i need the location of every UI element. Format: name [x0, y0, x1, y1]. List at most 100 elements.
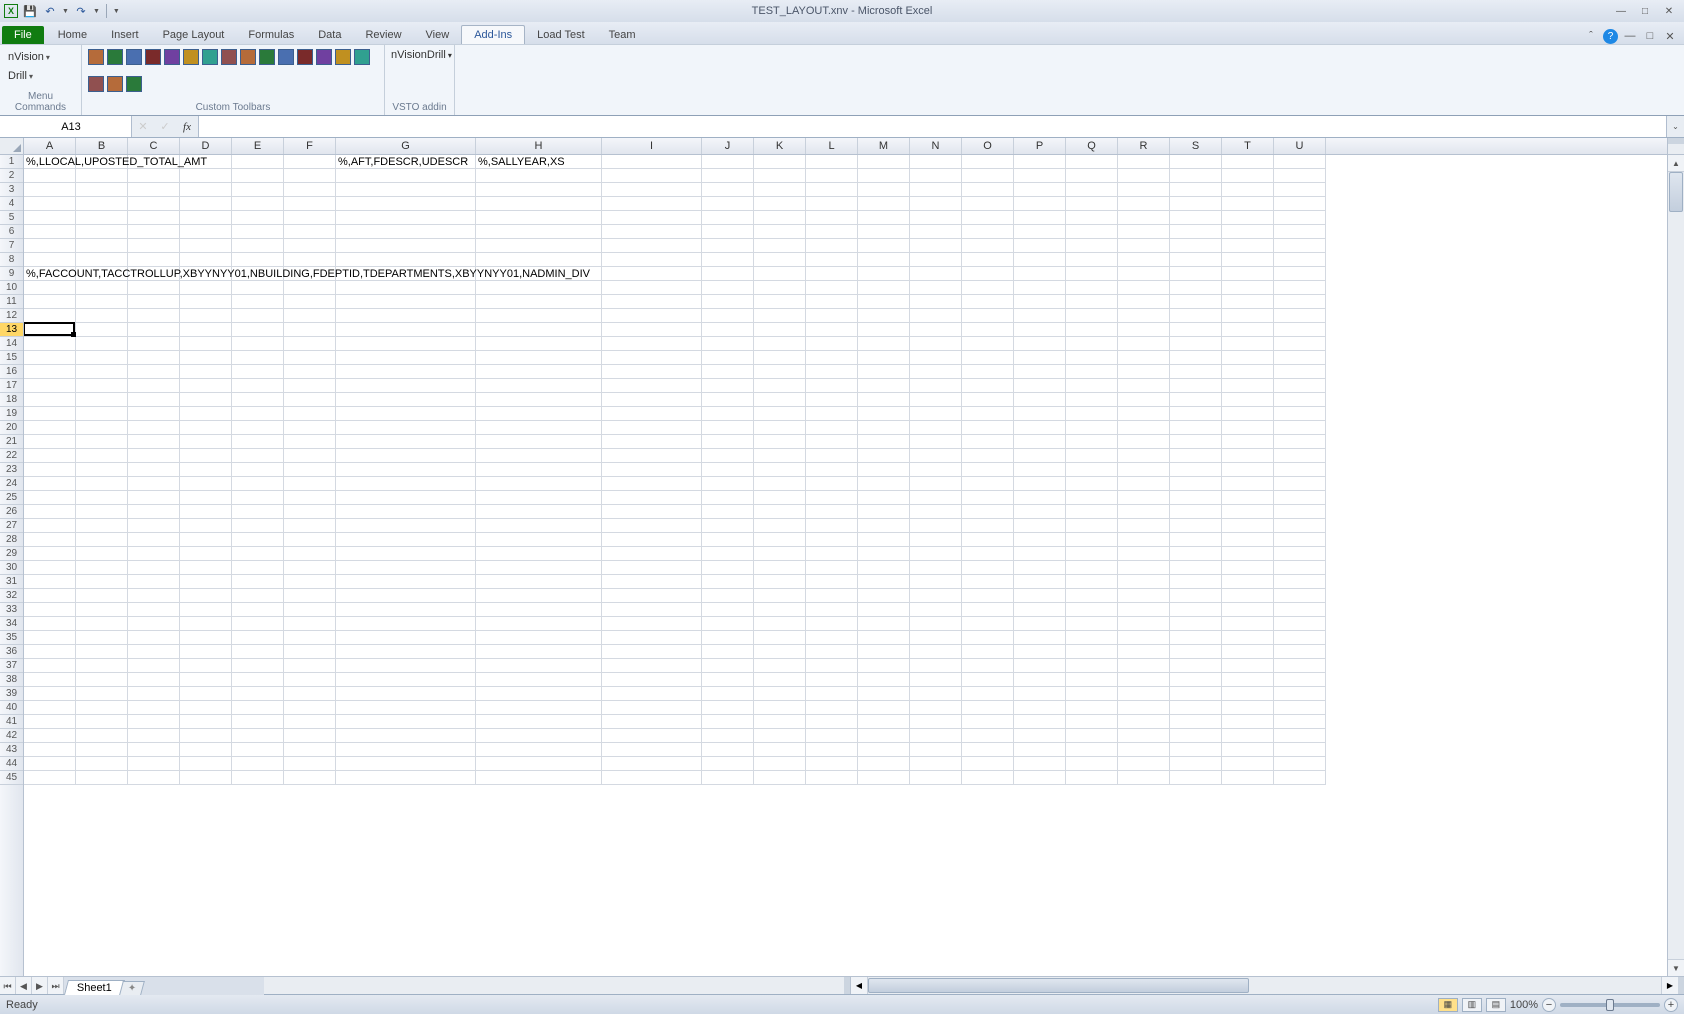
column-header-S[interactable]: S [1170, 138, 1222, 154]
scroll-left-button[interactable]: ◀ [851, 977, 868, 994]
toolbar-icon[interactable] [240, 49, 256, 65]
column-header-Q[interactable]: Q [1066, 138, 1118, 154]
column-header-K[interactable]: K [754, 138, 806, 154]
column-header-G[interactable]: G [336, 138, 476, 154]
cell-H1[interactable]: %,SALLYEAR,XS [476, 155, 565, 169]
hscroll-track[interactable] [868, 977, 1661, 994]
column-header-U[interactable]: U [1274, 138, 1326, 154]
row-header-27[interactable]: 27 [0, 519, 23, 533]
row-header-44[interactable]: 44 [0, 757, 23, 771]
row-header-18[interactable]: 18 [0, 393, 23, 407]
row-header-29[interactable]: 29 [0, 547, 23, 561]
row-header-13[interactable]: 13 [0, 323, 23, 337]
cell-G1[interactable]: %,AFT,FDESCR,UDESCR [336, 155, 468, 169]
horizontal-scrollbar[interactable]: ◀ ▶ [850, 977, 1678, 994]
row-header-4[interactable]: 4 [0, 197, 23, 211]
column-header-L[interactable]: L [806, 138, 858, 154]
formula-input[interactable] [199, 116, 1666, 137]
row-header-42[interactable]: 42 [0, 729, 23, 743]
redo-button[interactable]: ↷ [73, 3, 89, 19]
row-header-22[interactable]: 22 [0, 449, 23, 463]
drill-menu[interactable]: Drill▾ [6, 68, 35, 84]
row-header-12[interactable]: 12 [0, 309, 23, 323]
sheet-tab-sheet1[interactable]: Sheet1 [64, 980, 125, 995]
hscroll-thumb[interactable] [868, 978, 1249, 993]
nvision-menu[interactable]: nVision▾ [6, 49, 52, 65]
column-header-N[interactable]: N [910, 138, 962, 154]
column-header-A[interactable]: A [24, 138, 76, 154]
row-header-9[interactable]: 9 [0, 267, 23, 281]
minimize-button[interactable]: — [1610, 4, 1632, 18]
row-header-1[interactable]: 1 [0, 155, 23, 169]
row-header-2[interactable]: 2 [0, 169, 23, 183]
scroll-up-button[interactable]: ▲ [1668, 155, 1684, 172]
expand-formula-bar[interactable]: ⌄ [1666, 116, 1684, 137]
toolbar-icon[interactable] [221, 49, 237, 65]
row-header-31[interactable]: 31 [0, 575, 23, 589]
scroll-right-button[interactable]: ▶ [1661, 977, 1678, 994]
next-sheet-button[interactable]: ▶ [32, 977, 48, 994]
row-header-34[interactable]: 34 [0, 617, 23, 631]
column-header-P[interactable]: P [1014, 138, 1066, 154]
toolbar-icon[interactable] [107, 49, 123, 65]
cell-grid[interactable]: %,LLOCAL,UPOSTED_TOTAL_AMT%,AFT,FDESCR,U… [24, 155, 1667, 976]
last-sheet-button[interactable]: ⏭ [48, 977, 64, 994]
column-header-R[interactable]: R [1118, 138, 1170, 154]
new-sheet-button[interactable]: ✦ [119, 981, 145, 995]
column-header-O[interactable]: O [962, 138, 1014, 154]
column-header-C[interactable]: C [128, 138, 180, 154]
tab-page-layout[interactable]: Page Layout [151, 26, 237, 44]
row-header-33[interactable]: 33 [0, 603, 23, 617]
row-header-11[interactable]: 11 [0, 295, 23, 309]
workbook-close-button[interactable]: ✕ [1662, 28, 1678, 44]
row-header-24[interactable]: 24 [0, 477, 23, 491]
row-header-26[interactable]: 26 [0, 505, 23, 519]
toolbar-icon[interactable] [297, 49, 313, 65]
tab-formulas[interactable]: Formulas [236, 26, 306, 44]
row-header-38[interactable]: 38 [0, 673, 23, 687]
row-header-20[interactable]: 20 [0, 421, 23, 435]
row-header-35[interactable]: 35 [0, 631, 23, 645]
undo-button[interactable]: ↶ [42, 3, 58, 19]
row-header-32[interactable]: 32 [0, 589, 23, 603]
redo-dropdown[interactable]: ▼ [93, 8, 100, 15]
row-header-39[interactable]: 39 [0, 687, 23, 701]
page-break-view-button[interactable]: ▤ [1486, 998, 1506, 1012]
restore-button[interactable]: □ [1634, 4, 1656, 18]
row-header-8[interactable]: 8 [0, 253, 23, 267]
vertical-split-handle[interactable] [1668, 138, 1684, 144]
toolbar-icon[interactable] [259, 49, 275, 65]
toolbar-icon[interactable] [316, 49, 332, 65]
close-button[interactable]: ✕ [1658, 4, 1680, 18]
workbook-minimize-button[interactable]: — [1622, 28, 1638, 44]
column-header-F[interactable]: F [284, 138, 336, 154]
normal-view-button[interactable]: ▦ [1438, 998, 1458, 1012]
row-header-3[interactable]: 3 [0, 183, 23, 197]
insert-function-button[interactable]: fx [176, 121, 198, 133]
vscroll-track[interactable] [1668, 172, 1684, 959]
row-header-6[interactable]: 6 [0, 225, 23, 239]
name-box[interactable]: ▼ [0, 116, 132, 137]
row-header-17[interactable]: 17 [0, 379, 23, 393]
zoom-out-button[interactable]: − [1542, 998, 1556, 1012]
row-header-19[interactable]: 19 [0, 407, 23, 421]
toolbar-icon[interactable] [88, 49, 104, 65]
vertical-scrollbar[interactable]: ▲ ▼ [1667, 155, 1684, 976]
row-header-16[interactable]: 16 [0, 365, 23, 379]
qat-customize[interactable]: ▼ [113, 8, 120, 15]
column-header-H[interactable]: H [476, 138, 602, 154]
tab-data[interactable]: Data [306, 26, 353, 44]
column-header-J[interactable]: J [702, 138, 754, 154]
name-box-input[interactable] [0, 121, 142, 133]
tab-insert[interactable]: Insert [99, 26, 151, 44]
workbook-restore-button[interactable]: □ [1642, 28, 1658, 44]
row-header-45[interactable]: 45 [0, 771, 23, 785]
cell-A9[interactable]: %,FACCOUNT,TACCTROLLUP,XBYYNYY01,NBUILDI… [24, 267, 590, 281]
row-header-37[interactable]: 37 [0, 659, 23, 673]
row-header-15[interactable]: 15 [0, 351, 23, 365]
toolbar-icon[interactable] [126, 49, 142, 65]
toolbar-icon[interactable] [164, 49, 180, 65]
prev-sheet-button[interactable]: ◀ [16, 977, 32, 994]
row-header-14[interactable]: 14 [0, 337, 23, 351]
row-header-43[interactable]: 43 [0, 743, 23, 757]
